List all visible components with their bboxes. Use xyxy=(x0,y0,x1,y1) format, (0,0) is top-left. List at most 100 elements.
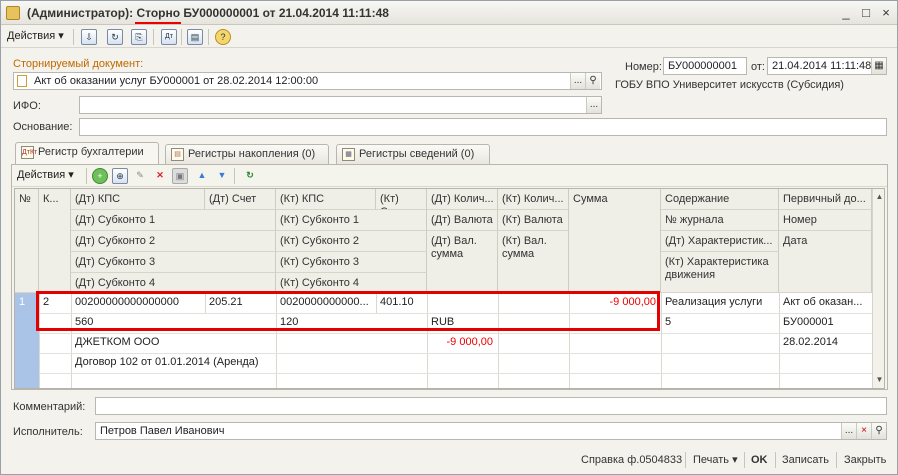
scroll-down-icon[interactable]: ▼ xyxy=(873,373,884,386)
close-button[interactable]: Закрыть xyxy=(844,451,886,469)
cell-dt-sub3[interactable]: Договор 102 от 01.01.2014 (Аренда) xyxy=(71,353,276,373)
col-header-dt-sub2[interactable]: (Дт) Субконто 2 xyxy=(71,231,276,252)
grid-scrollbar[interactable]: ▲ ▼ xyxy=(872,189,884,388)
col-header-dt-sub1[interactable]: (Дт) Субконто 1 xyxy=(71,210,276,231)
accounting-register-icon: ДтКт xyxy=(21,146,37,159)
refresh-icon[interactable]: ↻ xyxy=(107,29,123,45)
col-header-kt-sub1[interactable]: (Кт) Субконто 1 xyxy=(276,210,427,231)
cell-journal-no[interactable]: 5 xyxy=(661,313,779,333)
col-header-journal-no[interactable]: № журнала xyxy=(661,210,779,231)
col-header-number[interactable]: Номер xyxy=(779,210,872,231)
close-window-button[interactable]: × xyxy=(877,5,895,21)
select-button[interactable]: ... xyxy=(586,97,601,113)
col-header-kt-cur-sum[interactable]: (Кт) Вал. сумма xyxy=(498,231,569,293)
cell-k[interactable]: 2 xyxy=(39,293,71,313)
cell-sum[interactable]: -9 000,00 xyxy=(569,293,659,313)
title-rest: БУ000000001 от 21.04.2014 11:11:48 xyxy=(183,6,389,20)
executor-label: Исполнитель: xyxy=(13,426,83,438)
cell-kt-sub1[interactable]: 120 xyxy=(276,313,427,333)
cell-kt-account[interactable]: 401.10 xyxy=(376,293,427,313)
scroll-up-icon[interactable]: ▲ xyxy=(873,190,884,203)
col-header-k[interactable]: К... xyxy=(39,189,71,293)
tab-info-registers[interactable]: ▦ Регистры сведений (0) xyxy=(336,144,490,165)
refresh-grid-icon[interactable]: ↻ xyxy=(242,168,258,184)
tab-accumulation-registers[interactable]: ▤ Регистры накопления (0) xyxy=(165,144,329,165)
maximize-button[interactable]: □ xyxy=(857,5,875,21)
select-button[interactable]: ... xyxy=(841,423,856,439)
cell-dt-kps[interactable]: 00200000000000000 xyxy=(71,293,205,313)
col-header-date[interactable]: Дата xyxy=(779,231,872,293)
col-header-kt-sub3[interactable]: (Кт) Субконто 3 xyxy=(276,252,427,273)
select-button[interactable]: ... xyxy=(570,73,585,89)
col-header-kt-currency[interactable]: (Кт) Валюта xyxy=(498,210,569,231)
col-header-kt-account[interactable]: (Кт) Счет xyxy=(376,189,427,210)
clear-icon[interactable]: × xyxy=(856,423,871,439)
reversed-doc-field[interactable]: Акт об оказании услуг БУ000001 от 28.02.… xyxy=(13,72,602,90)
move-up-icon[interactable]: ▲ xyxy=(194,168,210,184)
basis-field[interactable] xyxy=(79,118,887,136)
ifo-label: ИФО: xyxy=(13,100,41,112)
tab-accounting-register[interactable]: ДтКт Регистр бухгалтерии xyxy=(15,142,159,165)
cell-number[interactable]: БУ000001 xyxy=(779,313,872,333)
date-field[interactable]: 21.04.2014 11:11:48 ▦ xyxy=(767,57,887,75)
cell-dt-currency[interactable]: RUB xyxy=(427,313,498,333)
col-header-primary-doc[interactable]: Первичный до... xyxy=(779,189,872,210)
col-header-sum[interactable]: Сумма xyxy=(569,189,661,293)
print-button[interactable]: Печать ▾ xyxy=(693,451,738,469)
cell-kt-kps[interactable]: 0020000000000... xyxy=(276,293,376,313)
row-selector[interactable]: 1 xyxy=(15,293,39,388)
cell-date[interactable]: 28.02.2014 xyxy=(779,333,872,353)
accounting-grid: № К... (Дт) КПС (Дт) Счет (Кт) КПС (Кт) … xyxy=(14,188,885,389)
post-icon[interactable]: ⇩ xyxy=(81,29,97,45)
add-icon[interactable]: + xyxy=(92,168,108,184)
col-header-kt-sub2[interactable]: (Кт) Субконто 2 xyxy=(276,231,427,252)
grid-actions-menu[interactable]: Действия ▾ xyxy=(17,168,74,181)
copy-doc-icon[interactable]: ⎘ xyxy=(131,29,147,45)
calendar-icon[interactable]: ▦ xyxy=(871,58,886,74)
ok-button[interactable]: OK xyxy=(751,451,768,469)
dt-kt-icon[interactable]: Дт xyxy=(161,29,177,45)
document-window: (Администратор): Сторно БУ000000001 от 2… xyxy=(0,0,898,475)
cell-dt-account[interactable]: 205.21 xyxy=(205,293,276,313)
col-header-dt-currency[interactable]: (Дт) Валюта xyxy=(427,210,498,231)
search-icon[interactable]: ⚲ xyxy=(871,423,886,439)
post-grid-icon[interactable]: ▣ xyxy=(172,168,188,184)
help-icon[interactable]: ? xyxy=(215,29,231,45)
move-down-icon[interactable]: ▼ xyxy=(214,168,230,184)
title-prefix: (Администратор): xyxy=(27,6,134,20)
search-icon[interactable]: ⚲ xyxy=(585,73,600,89)
delete-icon[interactable]: ✕ xyxy=(152,168,168,184)
col-header-dt-qty[interactable]: (Дт) Колич... xyxy=(427,189,498,210)
add-copy-icon[interactable]: ⊕ xyxy=(112,168,128,184)
col-header-kt-qty[interactable]: (Кт) Колич... xyxy=(498,189,569,210)
edit-icon[interactable]: ✎ xyxy=(132,168,148,184)
col-header-dt-account[interactable]: (Дт) Счет xyxy=(205,189,276,210)
col-header-kt-char[interactable]: (Кт) Характеристика движения xyxy=(661,252,779,293)
col-header-dt-sub3[interactable]: (Дт) Субконто 3 xyxy=(71,252,276,273)
cell-dt-sub2[interactable]: ДЖЕТКОМ ООО xyxy=(71,333,276,353)
app-icon xyxy=(6,6,20,20)
date-label: от: xyxy=(751,61,765,73)
accounting-register-panel: Действия ▾ + ⊕ ✎ ✕ ▣ ▲ ▼ ↻ № К... (Дт) К… xyxy=(11,164,888,390)
col-header-num[interactable]: № xyxy=(15,189,39,293)
col-header-dt-cur-sum[interactable]: (Дт) Вал. сумма xyxy=(427,231,498,293)
cell-primary-doc[interactable]: Акт об оказан... xyxy=(779,293,872,313)
col-header-dt-char[interactable]: (Дт) Характеристик... xyxy=(661,231,779,252)
cell-content[interactable]: Реализация услуги xyxy=(661,293,779,313)
col-header-content[interactable]: Содержание xyxy=(661,189,779,210)
number-field[interactable]: БУ000000001 xyxy=(663,57,747,75)
col-header-dt-sub4[interactable]: (Дт) Субконто 4 xyxy=(71,273,276,293)
comment-field[interactable] xyxy=(95,397,887,415)
col-header-dt-kps[interactable]: (Дт) КПС xyxy=(71,189,205,210)
report-icon[interactable]: ▤ xyxy=(187,29,203,45)
minimize-button[interactable]: _ xyxy=(837,5,855,21)
certificate-button[interactable]: Справка ф.0504833 xyxy=(581,451,682,469)
col-header-kt-kps[interactable]: (Кт) КПС xyxy=(276,189,376,210)
actions-menu[interactable]: Действия ▾ xyxy=(7,29,64,42)
executor-field[interactable]: Петров Павел Иванович ... × ⚲ xyxy=(95,422,887,440)
col-header-kt-sub4[interactable]: (Кт) Субконто 4 xyxy=(276,273,427,293)
ifo-field[interactable]: ... xyxy=(79,96,602,114)
cell-dt-sub1[interactable]: 560 xyxy=(71,313,276,333)
save-button[interactable]: Записать xyxy=(782,451,829,469)
cell-dt-cur-sum[interactable]: -9 000,00 xyxy=(427,333,496,353)
